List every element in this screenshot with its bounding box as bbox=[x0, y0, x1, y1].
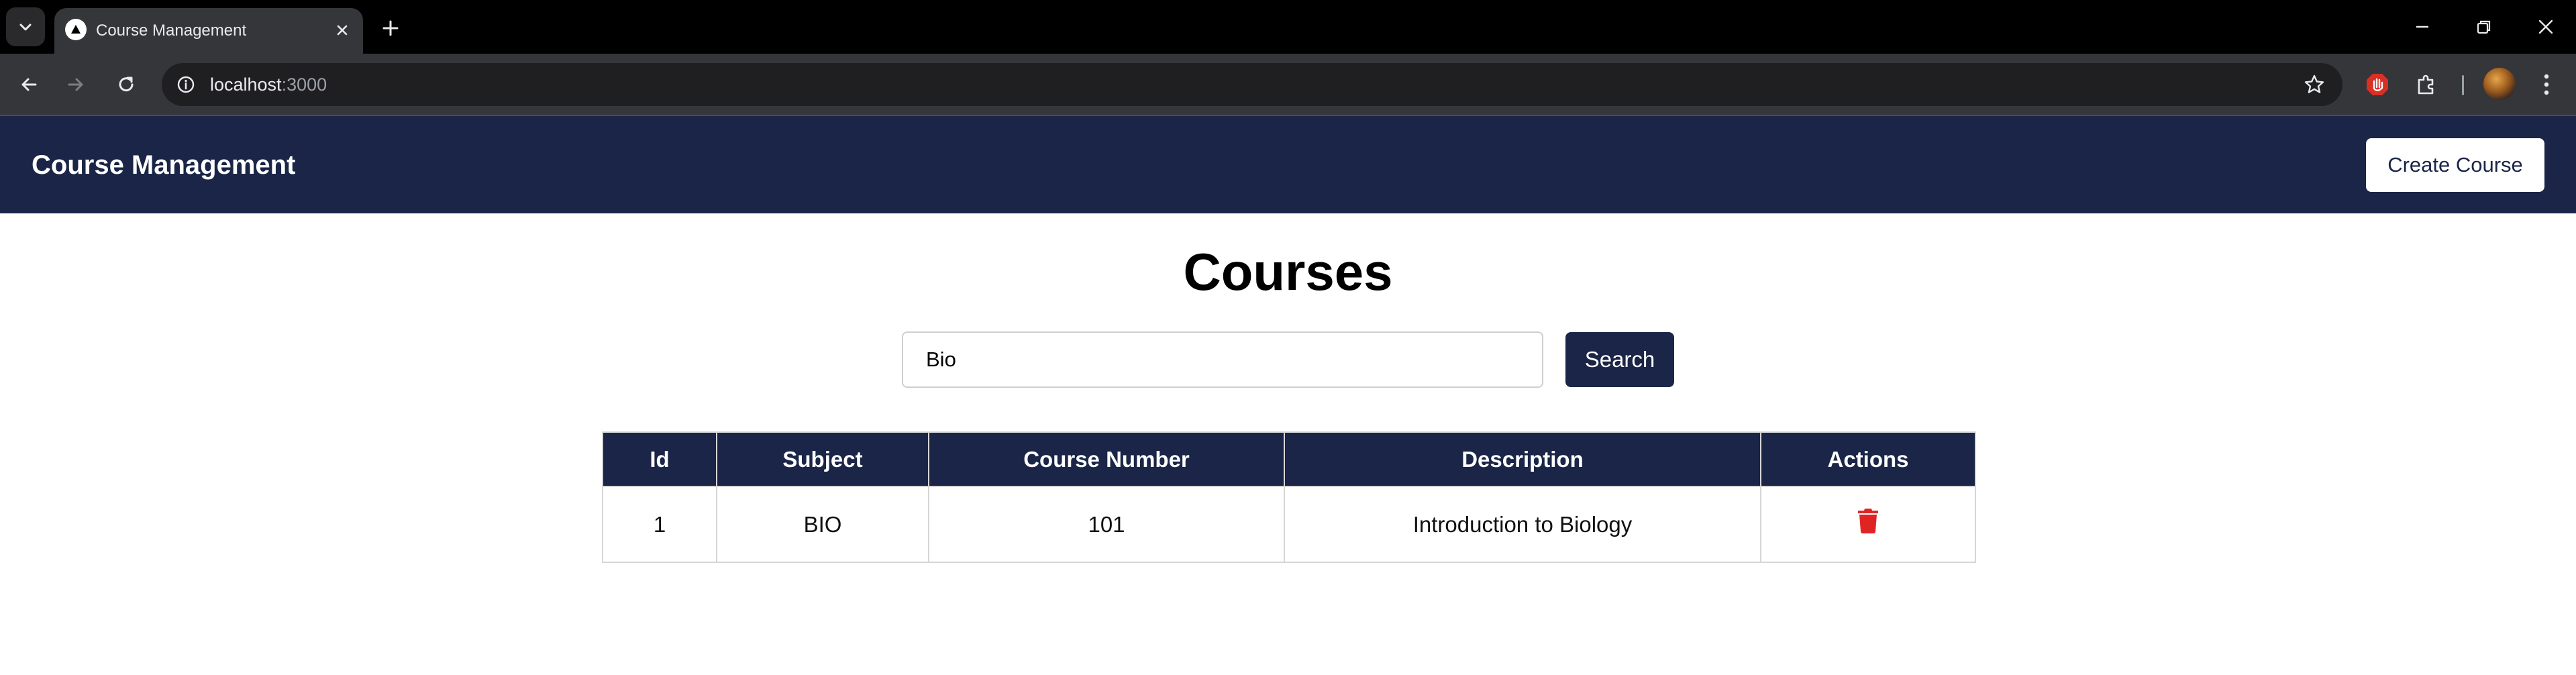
more-menu-icon[interactable] bbox=[2530, 68, 2563, 101]
page-title: Courses bbox=[1183, 242, 1393, 301]
reload-icon[interactable] bbox=[109, 68, 143, 101]
cell-actions bbox=[1760, 486, 1976, 563]
column-header-id: Id bbox=[602, 431, 717, 487]
cell-subject: BIO bbox=[716, 486, 929, 563]
url-port: :3000 bbox=[281, 74, 327, 95]
forward-icon[interactable] bbox=[59, 68, 93, 101]
browser-toolbar: localhost:3000 bbox=[0, 54, 2576, 115]
address-bar[interactable]: localhost:3000 bbox=[162, 63, 2342, 106]
browser-tab-active[interactable]: Course Management bbox=[54, 8, 363, 54]
bookmark-star-icon[interactable] bbox=[2301, 71, 2328, 98]
back-icon[interactable] bbox=[12, 68, 46, 101]
column-header-subject: Subject bbox=[716, 431, 929, 487]
chevron-down-icon bbox=[19, 23, 32, 31]
column-header-actions: Actions bbox=[1760, 431, 1976, 487]
close-tab-icon[interactable] bbox=[329, 17, 355, 43]
site-info-icon[interactable] bbox=[174, 72, 198, 97]
search-button[interactable]: Search bbox=[1565, 332, 1674, 387]
extension-stop-icon[interactable] bbox=[2361, 68, 2394, 101]
browser-tabstrip: Course Management bbox=[0, 0, 2576, 54]
table-row: 1 BIO 101 Introduction to Biology bbox=[602, 486, 1976, 563]
close-window-icon[interactable] bbox=[2526, 9, 2566, 44]
cell-id: 1 bbox=[602, 486, 717, 563]
url-host: localhost bbox=[210, 74, 282, 95]
minimize-icon[interactable] bbox=[2402, 9, 2442, 44]
app-header: Course Management Create Course bbox=[0, 116, 2576, 213]
new-tab-icon[interactable] bbox=[376, 13, 405, 43]
table-header-row: Id Subject Course Number Description Act… bbox=[602, 431, 1976, 487]
cell-description: Introduction to Biology bbox=[1284, 486, 1761, 563]
trash-icon[interactable] bbox=[1853, 506, 1883, 535]
favicon-icon bbox=[65, 19, 87, 40]
search-input[interactable] bbox=[902, 331, 1543, 388]
profile-avatar[interactable] bbox=[2483, 68, 2516, 100]
tab-title: Course Management bbox=[96, 21, 247, 40]
tab-search-button[interactable] bbox=[6, 7, 45, 46]
courses-table: Id Subject Course Number Description Act… bbox=[602, 431, 1976, 563]
cell-course-number: 101 bbox=[928, 486, 1285, 563]
column-header-course-number: Course Number bbox=[928, 431, 1285, 487]
column-header-description: Description bbox=[1284, 431, 1761, 487]
restore-icon[interactable] bbox=[2464, 9, 2504, 44]
create-course-button[interactable]: Create Course bbox=[2366, 138, 2544, 192]
address-url: localhost:3000 bbox=[210, 72, 327, 97]
toolbar-divider bbox=[2462, 75, 2464, 95]
extensions-puzzle-icon[interactable] bbox=[2410, 68, 2443, 101]
app-brand[interactable]: Course Management bbox=[32, 150, 295, 180]
